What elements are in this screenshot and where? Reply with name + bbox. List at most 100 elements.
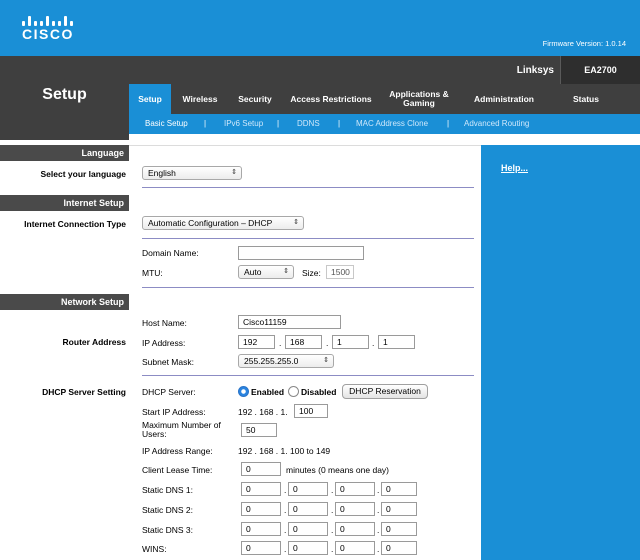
help-link[interactable]: Help... [501,163,528,173]
divider [142,375,474,376]
octet-dot: . [331,525,334,535]
dns2-octet-4[interactable]: 0 [381,502,417,516]
ip-octet-2[interactable]: 168 [285,335,322,349]
dhcp-server-label: DHCP Server: [142,387,196,397]
octet-dot: . [377,525,380,535]
ip-octet-3[interactable]: 1 [332,335,369,349]
dns3-octet-1[interactable]: 0 [241,522,281,536]
domain-name-input[interactable] [238,246,364,260]
subtab-ddns[interactable]: DDNS [297,114,320,134]
subtab-separator: | [338,119,341,128]
lease-time-suffix: minutes (0 means one day) [286,465,389,475]
tab-applications-gaming[interactable]: Applications & Gaming [381,84,457,114]
subtab-advanced-routing[interactable]: Advanced Routing [464,114,529,134]
dns1-octet-1[interactable]: 0 [241,482,281,496]
dhcp-disabled-label: Disabled [301,387,337,397]
cisco-bars-icon [22,8,80,26]
content-top-rule [129,145,481,146]
sub-tabs: Basic Setup | IPv6 Setup | DDNS | MAC Ad… [129,114,640,134]
dns3-octet-2[interactable]: 0 [288,522,328,536]
tab-status[interactable]: Status [551,84,621,114]
wins-octet-4[interactable]: 0 [381,541,417,555]
lease-time-input[interactable]: 0 [241,462,281,476]
host-name-input[interactable]: Cisco11159 [238,315,341,329]
dns2-octet-3[interactable]: 0 [335,502,375,516]
octet-dot: . [279,338,282,348]
subtab-mac-clone[interactable]: MAC Address Clone [356,114,428,134]
domain-name-label: Domain Name: [142,248,199,258]
ip-range-value: 192 . 168 . 1. 100 to 149 [238,446,331,456]
mtu-size-input[interactable]: 1500 [326,265,354,279]
divider [142,187,474,188]
static-dns-2-label: Static DNS 2: [142,505,194,515]
mtu-size-label: Size: [302,268,321,278]
language-header: Language [0,145,129,161]
router-address-label: Router Address [62,337,126,347]
divider [142,287,474,288]
start-ip-label: Start IP Address: [142,407,206,417]
host-name-label: Host Name: [142,318,187,328]
select-arrow-icon: ⇕ [323,357,329,364]
top-banner: CISCO Firmware Version: 1.0.14 [0,0,640,56]
select-language-label: Select your language [40,169,127,179]
internet-setup-header: Internet Setup [0,195,129,211]
tab-wireless[interactable]: Wireless [173,84,227,114]
dhcp-disabled-radio[interactable] [288,386,299,397]
wins-octet-2[interactable]: 0 [288,541,328,555]
subnet-mask-value: 255.255.255.0 [244,356,299,366]
connection-type-select[interactable]: Automatic Configuration – DHCP ⇕ [142,216,304,230]
octet-dot: . [372,338,375,348]
dns1-octet-3[interactable]: 0 [335,482,375,496]
language-select[interactable]: English ⇕ [142,166,242,180]
octet-dot: . [331,505,334,515]
router-setup-page: CISCO Firmware Version: 1.0.14 Setup Lin… [0,0,640,560]
tab-administration[interactable]: Administration [459,84,549,114]
mtu-label: MTU: [142,268,163,278]
ip-octet-4[interactable]: 1 [378,335,415,349]
left-column: Language Select your language Internet S… [0,140,129,560]
dhcp-setting-label: DHCP Server Setting [42,387,126,397]
dns2-octet-2[interactable]: 0 [288,502,328,516]
ip-range-label: IP Address Range: [142,446,213,456]
help-panel [481,145,640,560]
subtab-basic-setup[interactable]: Basic Setup [145,114,188,134]
section-block: Setup [0,56,129,140]
dns1-octet-2[interactable]: 0 [288,482,328,496]
subtab-gap [129,134,640,140]
lease-time-label: Client Lease Time: [142,465,213,475]
mtu-select[interactable]: Auto ⇕ [238,265,294,279]
octet-dot: . [331,485,334,495]
select-arrow-icon: ⇕ [293,219,299,226]
dns2-octet-1[interactable]: 0 [241,502,281,516]
tab-security[interactable]: Security [229,84,281,114]
wins-label: WINS: [142,544,167,554]
wins-octet-3[interactable]: 0 [335,541,375,555]
wins-octet-1[interactable]: 0 [241,541,281,555]
octet-dot: . [326,338,329,348]
dns3-octet-4[interactable]: 0 [381,522,417,536]
dhcp-reservation-button[interactable]: DHCP Reservation [342,384,428,399]
dns1-octet-4[interactable]: 0 [381,482,417,496]
network-setup-header: Network Setup [0,294,129,310]
ip-octet-1[interactable]: 192 [238,335,275,349]
octet-dot: . [284,544,287,554]
max-users-input[interactable]: 50 [241,423,277,437]
octet-dot: . [331,544,334,554]
static-dns-1-label: Static DNS 1: [142,485,194,495]
tab-access-restrictions[interactable]: Access Restrictions [283,84,379,114]
model-name: EA2700 [560,56,640,84]
firmware-version: Firmware Version: 1.0.14 [542,39,626,48]
tab-setup[interactable]: Setup [129,84,171,114]
subtab-ipv6-setup[interactable]: IPv6 Setup [224,114,263,134]
start-ip-prefix: 192 . 168 . 1. [238,407,288,417]
octet-dot: . [377,485,380,495]
octet-dot: . [377,505,380,515]
dhcp-enabled-radio[interactable] [238,386,249,397]
start-ip-input[interactable]: 100 [294,404,328,418]
dns3-octet-3[interactable]: 0 [335,522,375,536]
page-title: Setup [42,86,87,103]
connection-type-label: Internet Connection Type [24,219,126,229]
divider [142,238,474,239]
octet-dot: . [284,485,287,495]
subnet-mask-select[interactable]: 255.255.255.0 ⇕ [238,354,334,368]
